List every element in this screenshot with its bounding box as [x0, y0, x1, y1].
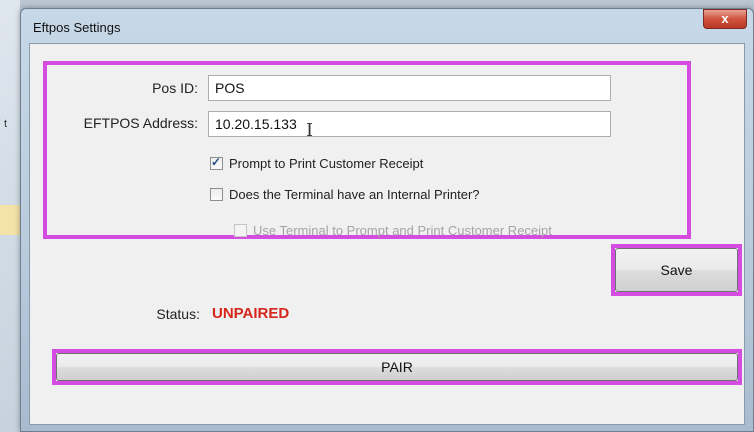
pair-button[interactable]: PAIR [56, 353, 738, 381]
save-button[interactable]: Save [615, 248, 738, 292]
dialog-client-area: Pos ID: POS EFTPOS Address: 10.20.15.133… [29, 43, 745, 425]
terminal-prompt-print-checkbox: Use Terminal to Prompt and Print Custome… [234, 223, 552, 238]
prompt-print-receipt-checkbox[interactable]: Prompt to Print Customer Receipt [210, 155, 424, 171]
eftpos-settings-dialog: Eftpos Settings x Pos ID: POS EFTPOS Add… [20, 8, 754, 432]
checkbox-checked-icon[interactable] [210, 155, 223, 170]
status-label: Status: [156, 306, 200, 322]
status-value: UNPAIRED [212, 305, 290, 322]
background-desktop: t [0, 0, 20, 432]
prompt-print-receipt-label: Prompt to Print Customer Receipt [229, 156, 424, 171]
internal-printer-label: Does the Terminal have an Internal Print… [229, 187, 480, 202]
window-title: Eftpos Settings [33, 20, 121, 35]
background-highlight [0, 205, 20, 235]
pos-id-input[interactable]: POS [208, 75, 611, 101]
text-cursor-icon: I [306, 120, 314, 141]
background-glyph: t [4, 118, 8, 130]
checkbox-disabled-icon [234, 224, 247, 237]
close-button[interactable]: x [703, 9, 747, 29]
eftpos-address-input[interactable]: 10.20.15.133 [208, 111, 611, 137]
pos-id-label: Pos ID: [152, 80, 198, 96]
terminal-prompt-print-label: Use Terminal to Prompt and Print Custome… [253, 223, 552, 238]
close-icon: x [721, 11, 729, 26]
eftpos-address-label: EFTPOS Address: [83, 115, 198, 131]
internal-printer-checkbox[interactable]: Does the Terminal have an Internal Print… [210, 187, 480, 202]
checkbox-unchecked-icon[interactable] [210, 188, 223, 201]
title-bar[interactable]: Eftpos Settings x [21, 9, 753, 43]
